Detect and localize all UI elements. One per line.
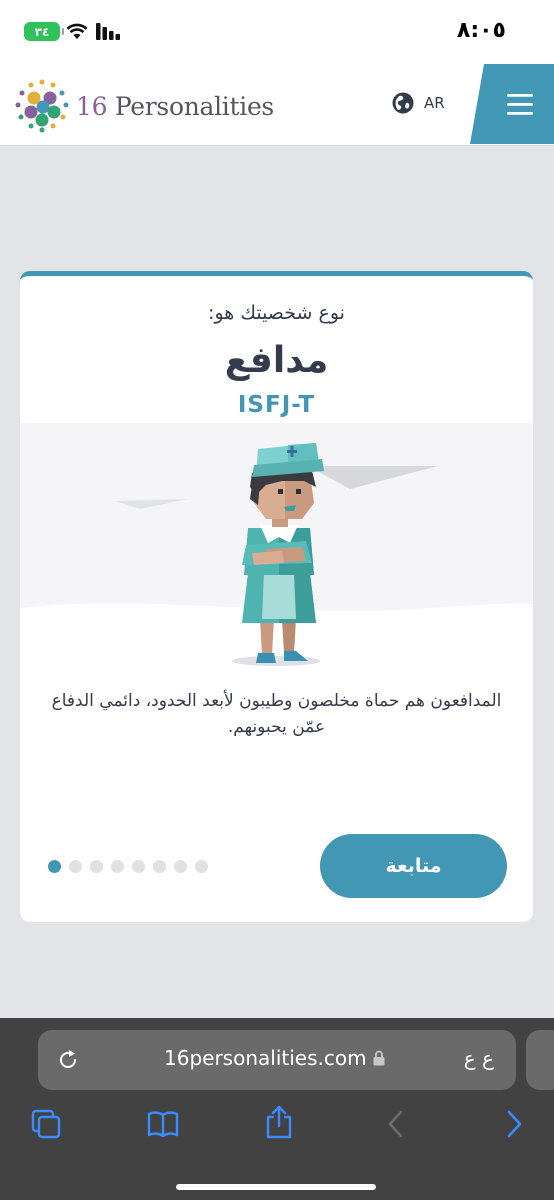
continue-button[interactable]: متابعة <box>320 834 507 898</box>
address-bar[interactable]: 16personalities.com ع ع <box>38 1030 516 1090</box>
url-text: 16personalities.com <box>164 1046 367 1070</box>
logo-dots-icon <box>15 79 69 133</box>
bookmarks-icon[interactable] <box>146 1108 180 1140</box>
personality-type-name: مدافع <box>224 340 329 381</box>
pagination-dot[interactable] <box>111 860 124 873</box>
back-icon[interactable] <box>386 1108 406 1140</box>
pagination-dot[interactable] <box>69 860 82 873</box>
globe-icon <box>392 92 414 114</box>
status-bar: ٣٤ ٨:٠٥ <box>0 0 554 62</box>
pagination-dots <box>48 860 208 873</box>
next-tab-preview[interactable] <box>526 1030 554 1090</box>
result-label: نوع شخصيتك هو: <box>208 302 345 324</box>
defender-illustration <box>115 443 438 666</box>
language-label: AR <box>424 94 445 112</box>
share-icon[interactable] <box>264 1104 294 1140</box>
logo-wordmark: 16 Personalities <box>76 91 274 121</box>
clock-time: ٨:٠٥ <box>456 18 506 43</box>
site-logo[interactable]: 16 Personalities <box>14 78 274 134</box>
menu-button[interactable] <box>470 64 554 144</box>
personality-type-code: ISFJ-T <box>237 392 316 418</box>
language-selector[interactable]: AR <box>392 92 445 114</box>
page-settings-button[interactable]: ع ع <box>464 1046 494 1070</box>
menu-tab-background <box>470 64 554 144</box>
type-description: المدافعون هم حماة مخلصون وطيبون لأبعد ال… <box>51 691 502 737</box>
pagination-dot[interactable] <box>174 860 187 873</box>
site-header: 16 Personalities AR <box>0 62 554 146</box>
battery-icon: ٣٤ <box>24 22 64 41</box>
forward-icon[interactable] <box>504 1108 524 1140</box>
browser-bottom-bar: 16personalities.com ع ع <box>0 1018 554 1200</box>
pagination-dot-active[interactable] <box>48 860 61 873</box>
lock-icon <box>373 1050 385 1066</box>
pagination-dot[interactable] <box>153 860 166 873</box>
pagination-dot[interactable] <box>132 860 145 873</box>
pagination-dot[interactable] <box>195 860 208 873</box>
home-indicator <box>176 1184 376 1190</box>
tabs-icon[interactable] <box>30 1108 62 1140</box>
wifi-icon <box>66 23 88 39</box>
signal-icon <box>96 23 120 40</box>
reload-icon[interactable] <box>56 1048 80 1072</box>
pagination-dot[interactable] <box>90 860 103 873</box>
result-card: نوع شخصيتك هو: مدافع ISFJ-T المدافعون هم… <box>20 271 533 922</box>
